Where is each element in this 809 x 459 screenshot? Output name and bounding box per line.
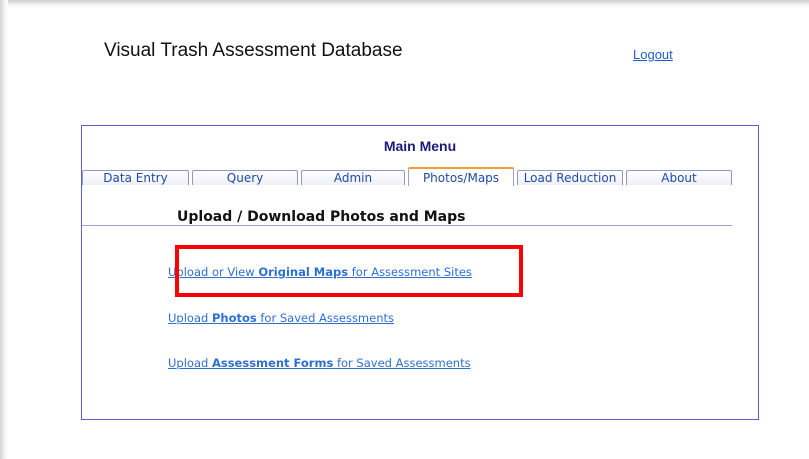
- app-title: Visual Trash Assessment Database: [104, 40, 403, 61]
- section-heading: Upload / Download Photos and Maps: [177, 209, 466, 225]
- tab-bar: Data Entry Query Admin Photos/Maps Load …: [82, 167, 760, 226]
- logout-link[interactable]: Logout: [633, 47, 673, 62]
- tab-data-entry[interactable]: Data Entry: [82, 170, 189, 185]
- upload-assessment-forms-link[interactable]: Upload Assessment Forms for Saved Assess…: [168, 356, 471, 370]
- tab-query[interactable]: Query: [192, 170, 298, 185]
- tab-bar-baseline: [82, 225, 732, 226]
- window-edge-shadow-left: [0, 0, 8, 459]
- tab-admin[interactable]: Admin: [301, 170, 405, 185]
- tab-load-reduction[interactable]: Load Reduction: [517, 170, 623, 185]
- upload-photos-link[interactable]: Upload Photos for Saved Assessments: [168, 311, 394, 325]
- tab-photos-maps[interactable]: Photos/Maps: [408, 167, 514, 186]
- window-edge-shadow-top: [0, 0, 809, 8]
- red-highlight-box: [175, 245, 523, 297]
- tab-about[interactable]: About: [626, 170, 732, 185]
- main-menu-title: Main Menu: [383, 138, 457, 154]
